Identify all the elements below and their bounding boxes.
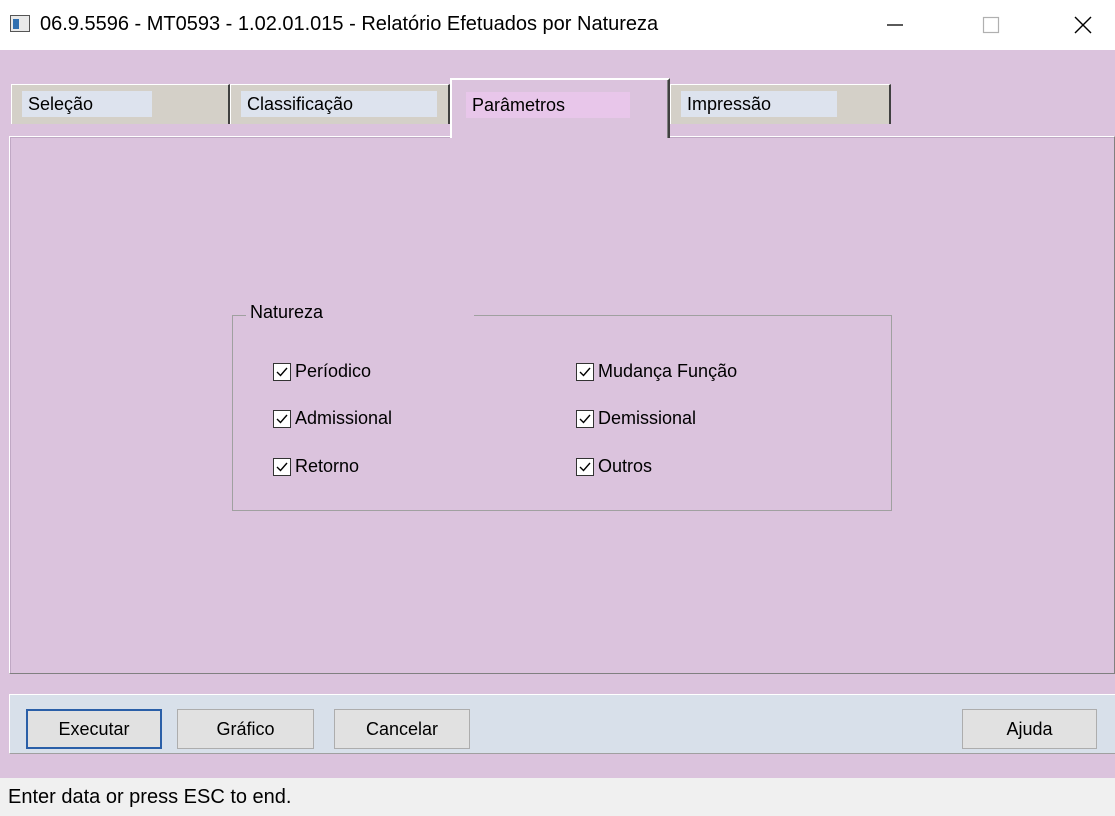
tab-label: Parâmetros bbox=[466, 92, 630, 118]
checkbox-label: Mudança Função bbox=[598, 361, 738, 381]
checkmark-icon bbox=[579, 414, 591, 424]
close-icon bbox=[1074, 16, 1092, 34]
title-bar: 06.9.5596 - MT0593 - 1.02.01.015 - Relat… bbox=[0, 0, 1115, 50]
tab-impressao[interactable]: Impressão bbox=[670, 84, 891, 124]
app-window-icon[interactable] bbox=[10, 15, 30, 32]
close-button[interactable] bbox=[1060, 0, 1106, 50]
tab-parametros[interactable]: Parâmetros bbox=[450, 78, 670, 138]
checkmark-icon bbox=[579, 462, 591, 472]
checkbox-box[interactable] bbox=[273, 362, 291, 381]
minimize-button[interactable] bbox=[872, 0, 918, 50]
window-title: 06.9.5596 - MT0593 - 1.02.01.015 - Relat… bbox=[40, 13, 659, 35]
status-bar: Enter data or press ESC to end. bbox=[0, 778, 1115, 816]
maximize-button[interactable] bbox=[968, 0, 1014, 50]
grafico-button[interactable]: Gráfico bbox=[177, 709, 314, 749]
checkmark-icon bbox=[579, 367, 591, 377]
checkbox-label: Admissional bbox=[295, 408, 393, 428]
checkbox-mudanca-funcao[interactable]: Mudança Função bbox=[576, 361, 737, 382]
client-area: Seleção Classificação Parâmetros Impress… bbox=[0, 50, 1115, 778]
checkbox-box[interactable] bbox=[576, 362, 594, 381]
button-bar bbox=[9, 694, 1115, 754]
checkbox-label: Períodico bbox=[295, 361, 372, 381]
checkbox-retorno[interactable]: Retorno bbox=[273, 456, 359, 477]
cancelar-button[interactable]: Cancelar bbox=[334, 709, 470, 749]
tab-classificacao[interactable]: Classificação bbox=[230, 84, 450, 124]
executar-button[interactable]: Executar bbox=[26, 709, 162, 749]
natureza-group-title: Natureza bbox=[246, 300, 474, 324]
status-text: Enter data or press ESC to end. bbox=[8, 786, 292, 808]
checkbox-box[interactable] bbox=[576, 457, 594, 476]
tab-label: Classificação bbox=[241, 91, 437, 117]
checkbox-box[interactable] bbox=[273, 409, 291, 428]
checkbox-demissional[interactable]: Demissional bbox=[576, 408, 696, 429]
maximize-icon bbox=[982, 16, 1000, 34]
tab-label: Impressão bbox=[681, 91, 837, 117]
checkbox-periodico[interactable]: Períodico bbox=[273, 361, 371, 382]
checkbox-label: Demissional bbox=[598, 408, 697, 428]
checkbox-box[interactable] bbox=[273, 457, 291, 476]
checkmark-icon bbox=[276, 367, 288, 377]
checkbox-admissional[interactable]: Admissional bbox=[273, 408, 392, 429]
checkbox-box[interactable] bbox=[576, 409, 594, 428]
checkbox-outros[interactable]: Outros bbox=[576, 456, 652, 477]
checkbox-label: Retorno bbox=[295, 456, 360, 476]
tab-label: Seleção bbox=[22, 91, 152, 117]
checkmark-icon bbox=[276, 414, 288, 424]
checkmark-icon bbox=[276, 462, 288, 472]
ajuda-button[interactable]: Ajuda bbox=[962, 709, 1097, 749]
tab-selecao[interactable]: Seleção bbox=[11, 84, 230, 124]
minimize-icon bbox=[887, 24, 903, 26]
checkbox-label: Outros bbox=[598, 456, 653, 476]
